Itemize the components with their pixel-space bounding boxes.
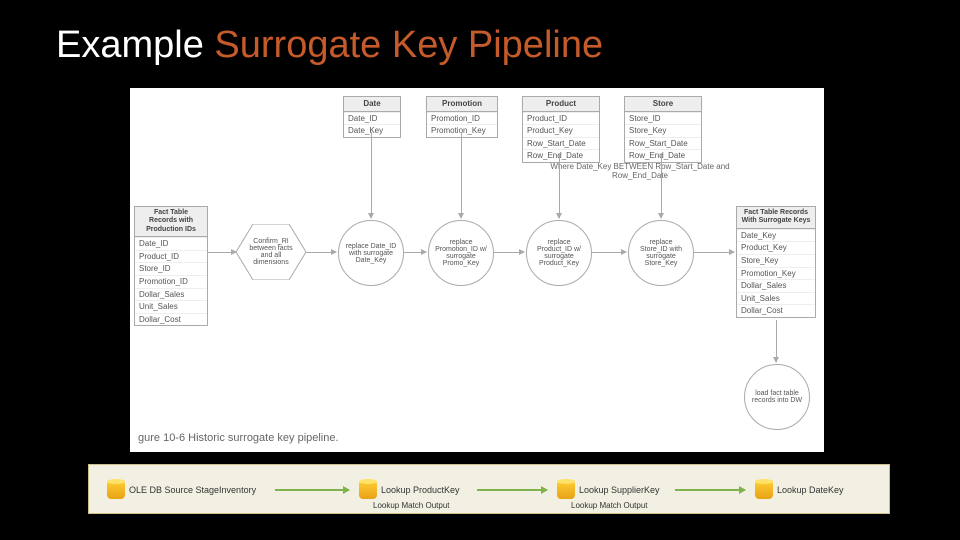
arrow-input-hex (208, 252, 236, 253)
table-store-header: Store (625, 97, 701, 112)
table-date: Date Date_ID Date_Key (343, 96, 401, 138)
table-product: Product Product_ID Product_Key Row_Start… (522, 96, 600, 163)
node-lookup-product: Lookup ProductKey (359, 479, 460, 501)
varrow-output-load (776, 320, 777, 362)
lookup-icon (557, 481, 575, 499)
table-output-fact-header: Fact Table Records With Surrogate Keys (737, 207, 815, 229)
table-promotion: Promotion Promotion_ID Promotion_Key (426, 96, 498, 138)
arrow-c3-c4 (592, 252, 626, 253)
varrow-product (559, 154, 560, 218)
arrow-hex-c1 (306, 252, 336, 253)
slide-title: Example Surrogate Key Pipeline (56, 24, 603, 67)
circle-replace-store: replace Store_ID with surrogate Store_Ke… (628, 220, 694, 286)
varrow-promotion (461, 132, 462, 218)
out-label-2: Lookup Match Output (571, 501, 648, 510)
table-product-header: Product (523, 97, 599, 112)
sarrow-3 (675, 489, 745, 491)
node-source: OLE DB Source StageInventory (107, 479, 256, 501)
diagram-panel: Date Date_ID Date_Key Promotion Promotio… (130, 88, 824, 452)
circle-replace-date: replace Date_ID with surrogate Date_Key (338, 220, 404, 286)
arrow-c4-output (694, 252, 734, 253)
lookup-icon (359, 481, 377, 499)
hex-confirm-ri: Confirm_RI between facts and all dimensi… (236, 224, 306, 280)
ssis-strip: OLE DB Source StageInventory Lookup Prod… (88, 464, 890, 514)
lookup-icon (755, 481, 773, 499)
node-lookup-date: Lookup DateKey (755, 479, 844, 501)
arrow-c2-c3 (494, 252, 524, 253)
node-lookup-date-label: Lookup DateKey (777, 485, 844, 495)
table-date-header: Date (344, 97, 400, 112)
table-output-fact: Fact Table Records With Surrogate Keys D… (736, 206, 816, 318)
hex-text: Confirm_RI between facts and all dimensi… (236, 224, 306, 280)
table-promotion-header: Promotion (427, 97, 497, 112)
table-input-fact: Fact Table Records with Production IDs D… (134, 206, 208, 326)
out-label-1: Lookup Match Output (373, 501, 450, 510)
source-icon (107, 481, 125, 499)
note-where-clause: Where Date_Key BETWEEN Row_Start_Date an… (550, 162, 730, 180)
sarrow-1 (275, 489, 349, 491)
table-store: Store Store_ID Store_Key Row_Start_Date … (624, 96, 702, 163)
slide: Example Surrogate Key Pipeline Handles S… (0, 0, 960, 540)
title-part1: Example (56, 24, 214, 66)
circle-load-fact: load fact table records into DW (744, 364, 810, 430)
figure-caption: gure 10-6 Historic surrogate key pipelin… (138, 432, 339, 444)
title-part2: Surrogate Key Pipeline (214, 24, 603, 66)
table-input-fact-header: Fact Table Records with Production IDs (135, 207, 207, 237)
node-lookup-product-label: Lookup ProductKey (381, 485, 460, 495)
node-lookup-supplier-label: Lookup SupplierKey (579, 485, 660, 495)
circle-replace-promotion: replace Promotion_ID w/ surrogate Promo_… (428, 220, 494, 286)
varrow-date (371, 132, 372, 218)
sarrow-2 (477, 489, 547, 491)
arrow-c1-c2 (404, 252, 426, 253)
circle-replace-product: replace Product_ID w/ surrogate Product_… (526, 220, 592, 286)
node-lookup-supplier: Lookup SupplierKey (557, 479, 660, 501)
node-source-label: OLE DB Source StageInventory (129, 485, 256, 495)
varrow-store (661, 154, 662, 218)
